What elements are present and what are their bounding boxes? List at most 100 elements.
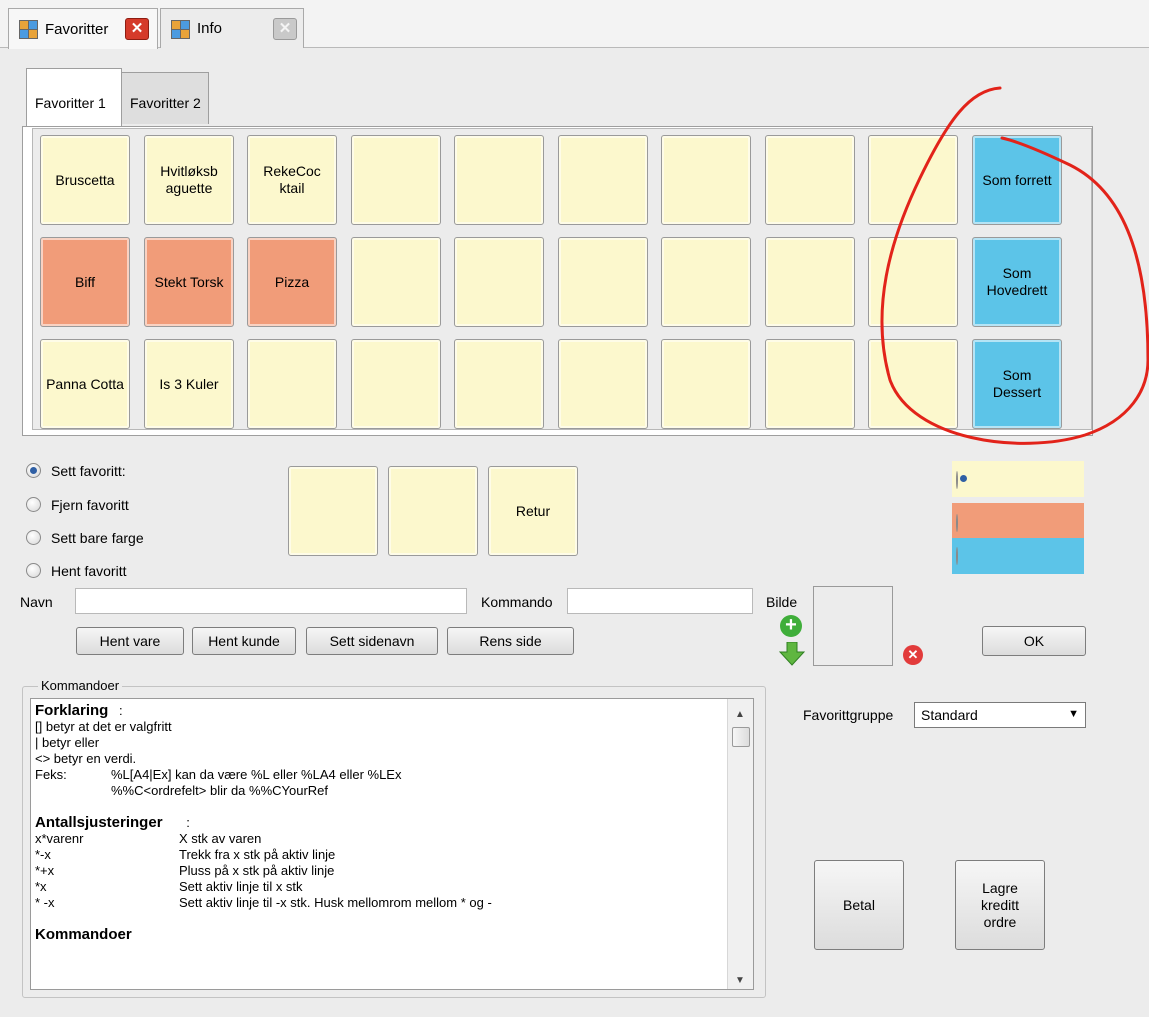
command-line: Antallsjusteringer: [35, 815, 725, 831]
command-key: Forklaring [35, 702, 109, 719]
sett-sidenavn-button[interactable]: Sett sidenavn [306, 627, 438, 655]
command-line: Forklaring: [35, 703, 725, 719]
favorite-button[interactable] [868, 135, 958, 225]
arrow-down-icon[interactable] [779, 642, 805, 666]
radio-label: Sett bare farge [51, 529, 144, 546]
favorite-button[interactable] [661, 237, 751, 327]
mode-options: Sett favoritt: Fjern favoritt Sett bare … [26, 453, 144, 587]
radio-fjern-favoritt[interactable]: Fjern favoritt [26, 488, 144, 521]
color-option-orange[interactable] [952, 503, 1084, 539]
favorite-button[interactable]: Bruscetta [40, 135, 130, 225]
close-icon[interactable]: ✕ [273, 18, 297, 40]
favorite-button[interactable] [454, 135, 544, 225]
command-key: x*varenr [35, 831, 84, 846]
kommando-input[interactable] [567, 588, 753, 614]
favorite-button[interactable] [765, 135, 855, 225]
command-suffix: : [119, 927, 123, 942]
favorite-button[interactable]: Som forrett [972, 135, 1062, 225]
doc-tab-info[interactable]: Info ✕ [160, 8, 304, 48]
favorite-button[interactable] [765, 237, 855, 327]
hent-kunde-button[interactable]: Hent kunde [192, 627, 296, 655]
radio-sett-bare-farge[interactable]: Sett bare farge [26, 521, 144, 554]
tab-favoritter-1[interactable]: Favoritter 1 [26, 68, 122, 126]
command-desc: %%C<ordrefelt> blir da %%CYourRef [111, 783, 329, 798]
favorite-button[interactable]: Panna Cotta [40, 339, 130, 429]
command-key: Antallsjusteringer [35, 814, 163, 831]
favorite-button[interactable] [558, 237, 648, 327]
window-icon [171, 19, 190, 39]
favorite-button[interactable]: Som Hovedrett [972, 237, 1062, 327]
command-line: Kommandoer: [35, 927, 725, 943]
scroll-down-icon[interactable]: ▼ [735, 973, 745, 989]
favorite-button[interactable] [454, 339, 544, 429]
favorite-button[interactable]: Biff [40, 237, 130, 327]
command-line [35, 911, 725, 927]
color-option-yellow[interactable] [952, 461, 1084, 497]
close-icon[interactable]: ✕ [125, 18, 149, 40]
favorite-button[interactable] [351, 135, 441, 225]
favorite-button[interactable] [661, 339, 751, 429]
favorite-button[interactable] [558, 339, 648, 429]
favorite-button[interactable]: RekeCoc ktail [247, 135, 337, 225]
nav-button-2[interactable] [388, 466, 478, 556]
commands-textarea[interactable]: Forklaring:[] betyr at det er valgfritt |… [30, 698, 754, 990]
scrollbar[interactable]: ▲ ▼ [727, 699, 753, 989]
command-key: Kommandoer [35, 926, 132, 943]
radio-label: Hent favoritt [51, 562, 127, 579]
favorite-button[interactable] [558, 135, 648, 225]
scroll-thumb[interactable] [732, 727, 750, 747]
favorite-button[interactable]: Stekt Torsk [144, 237, 234, 327]
chevron-down-icon: ▼ [1068, 708, 1079, 720]
radio-icon [26, 463, 41, 478]
command-line: *-x Trekk fra x stk på aktiv linje [35, 847, 725, 863]
command-desc: Pluss på x stk på aktiv linje [179, 863, 335, 878]
command-key: *-x [35, 847, 51, 862]
command-key: | betyr eller [35, 735, 100, 750]
command-suffix: : [119, 703, 123, 718]
favorite-button[interactable]: Is 3 Kuler [144, 339, 234, 429]
favorite-button[interactable]: Pizza [247, 237, 337, 327]
favorite-button[interactable] [351, 237, 441, 327]
command-desc: X stk av varen [179, 831, 262, 846]
favorite-button[interactable] [351, 339, 441, 429]
radio-sett-favoritt[interactable]: Sett favoritt: [26, 453, 144, 488]
favorittgruppe-select[interactable]: Standard ▼ [914, 702, 1086, 728]
nav-button-1[interactable] [288, 466, 378, 556]
command-line [35, 799, 725, 815]
favorite-button[interactable] [661, 135, 751, 225]
add-image-icon[interactable]: + [780, 615, 802, 637]
scroll-up-icon[interactable]: ▲ [735, 707, 745, 723]
command-line: x*varenr X stk av varen [35, 831, 725, 847]
tab-favoritter-2[interactable]: Favoritter 2 [121, 72, 209, 124]
command-key: *+x [35, 863, 55, 878]
favorite-button[interactable] [765, 339, 855, 429]
rens-side-button[interactable]: Rens side [447, 627, 574, 655]
command-line: *x Sett aktiv linje til x stk [35, 879, 725, 895]
kommandoer-group-label: Kommandoer [38, 678, 123, 693]
hent-vare-button[interactable]: Hent vare [76, 627, 184, 655]
favorite-button[interactable] [868, 237, 958, 327]
command-key: <> betyr en verdi. [35, 751, 137, 766]
retur-button[interactable]: Retur [488, 466, 578, 556]
betal-button[interactable]: Betal [814, 860, 904, 950]
radio-hent-favoritt[interactable]: Hent favoritt [26, 554, 144, 587]
command-desc: Sett aktiv linje til -x stk. Husk mellom… [179, 895, 492, 910]
color-option-blue[interactable] [952, 538, 1084, 574]
favorite-button[interactable]: Som Dessert [972, 339, 1062, 429]
ok-button[interactable]: OK [982, 626, 1086, 656]
favorite-button[interactable] [454, 237, 544, 327]
radio-label: Fjern favoritt [51, 496, 129, 513]
image-preview [813, 586, 893, 666]
favorite-button[interactable] [868, 339, 958, 429]
radio-icon [956, 514, 958, 532]
doc-tab-favoritter[interactable]: Favoritter ✕ [8, 8, 158, 49]
navn-input[interactable] [75, 588, 467, 614]
command-key: [] betyr at det er valgfritt [35, 719, 172, 734]
remove-image-icon[interactable]: ✕ [903, 645, 923, 665]
favorite-button[interactable] [247, 339, 337, 429]
radio-icon [26, 530, 41, 545]
command-desc: Sett aktiv linje til x stk [179, 879, 303, 894]
favorite-button[interactable]: Hvitløksb aguette [144, 135, 234, 225]
lagre-kreditt-ordre-button[interactable]: Lagre kreditt ordre [955, 860, 1045, 950]
commands-text: Forklaring:[] betyr at det er valgfritt |… [35, 703, 725, 943]
